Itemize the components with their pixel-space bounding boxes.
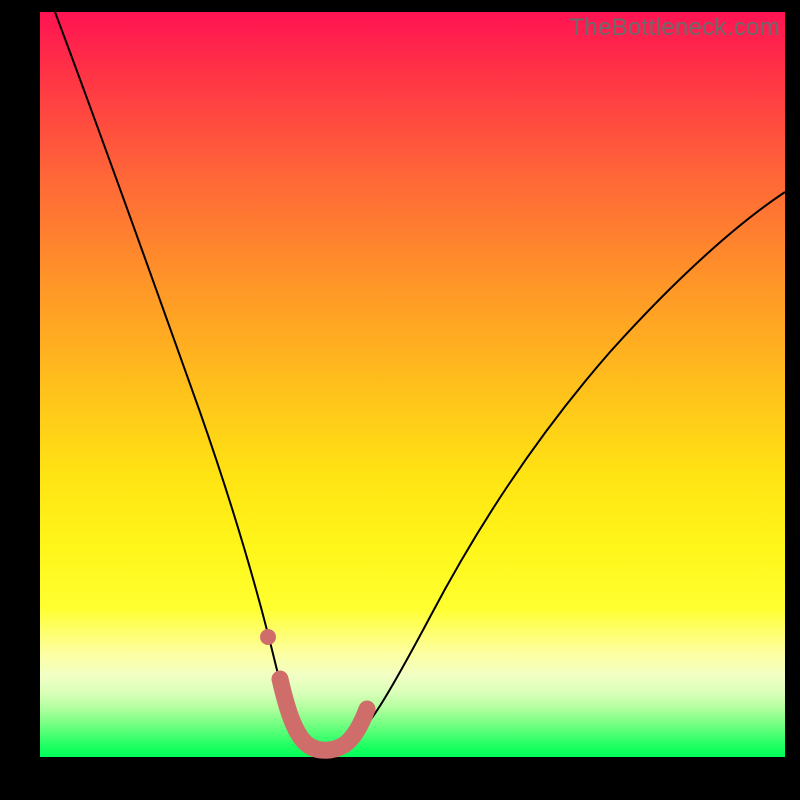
highlight-valley-segment — [280, 679, 367, 750]
watermark-text: TheBottleneck.com — [569, 14, 780, 42]
chart-plot-area — [40, 12, 785, 757]
bottleneck-curve — [55, 12, 785, 752]
chart-svg — [40, 12, 785, 757]
highlight-dot — [260, 629, 276, 645]
